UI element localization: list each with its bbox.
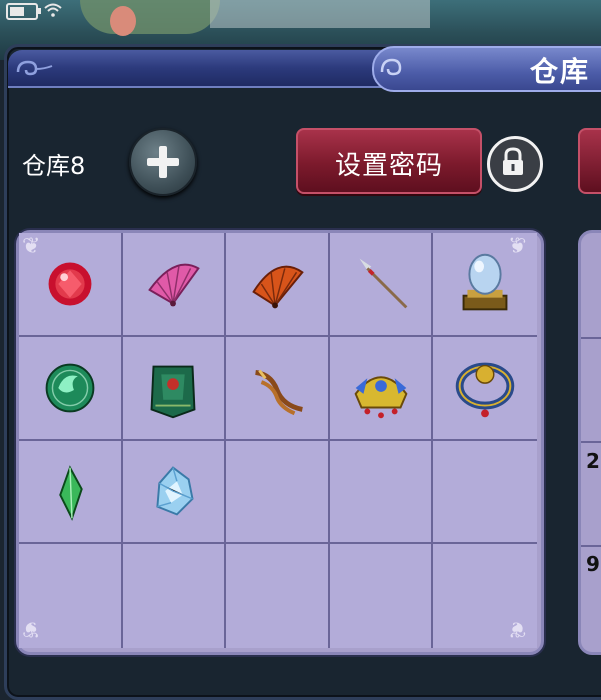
corner-ornament: ❦	[508, 616, 527, 641]
inventory-slot[interactable]	[226, 336, 330, 441]
item-grid	[19, 233, 537, 648]
inventory-slot[interactable]	[433, 440, 537, 545]
lock-button[interactable]	[487, 136, 543, 192]
item-count: 2	[586, 449, 600, 473]
inventory-slot[interactable]	[122, 440, 227, 545]
inventory-slot[interactable]	[122, 336, 227, 441]
window-title: 仓库	[530, 55, 591, 88]
ice-crystal-icon	[156, 466, 194, 516]
dragon-ring-icon	[455, 362, 515, 417]
title-swirl-ornament	[378, 56, 408, 86]
status-bar	[6, 3, 62, 20]
set-password-label: 设置密码	[334, 151, 443, 181]
corner-ornament: ❦	[22, 616, 41, 641]
inventory-slot[interactable]	[329, 336, 434, 441]
inventory-slot[interactable]	[433, 336, 537, 441]
jade-orb-icon	[45, 363, 95, 412]
spear-icon	[359, 258, 407, 309]
corner-ornament: ❦	[22, 234, 41, 259]
inventory-slot[interactable]	[122, 233, 227, 337]
battery-level	[10, 7, 25, 16]
inventory-slot[interactable]	[226, 440, 330, 545]
scene-building	[210, 0, 430, 28]
battery-icon	[6, 3, 41, 20]
twin-blades-icon	[255, 369, 303, 415]
green-armor-icon	[150, 365, 196, 418]
wifi-icon	[44, 3, 62, 20]
inventory-slot[interactable]	[122, 544, 227, 648]
scene-foliage	[80, 0, 220, 34]
set-password-button[interactable]: 设置密码	[296, 128, 482, 194]
item-count: 9	[586, 552, 600, 576]
inventory-slot[interactable]	[19, 336, 123, 441]
orange-fan-icon	[252, 265, 304, 309]
grid-line	[581, 545, 601, 547]
grid-line	[581, 441, 601, 443]
pink-fan-icon	[148, 263, 201, 307]
inventory-slot[interactable]	[329, 233, 434, 337]
inventory-slot[interactable]	[19, 440, 123, 545]
add-warehouse-button[interactable]	[129, 128, 197, 196]
lock-icon	[503, 147, 523, 175]
right-panel-button[interactable]	[578, 128, 601, 194]
header-swirl-ornament	[14, 58, 54, 85]
gold-headdress-icon	[354, 376, 408, 418]
inventory-slot[interactable]	[226, 233, 330, 337]
scene-peach	[110, 6, 136, 36]
inventory-slot[interactable]	[329, 544, 434, 648]
green-crystal-icon	[58, 465, 83, 522]
red-gem-icon	[48, 262, 92, 306]
grid-line	[581, 337, 601, 339]
second-item-grid	[578, 230, 601, 655]
inventory-slot[interactable]	[329, 440, 434, 545]
warehouse-label: 仓库8	[22, 152, 86, 180]
corner-ornament: ❦	[508, 234, 527, 259]
plus-icon	[147, 146, 179, 178]
inventory-slot[interactable]	[226, 544, 330, 648]
